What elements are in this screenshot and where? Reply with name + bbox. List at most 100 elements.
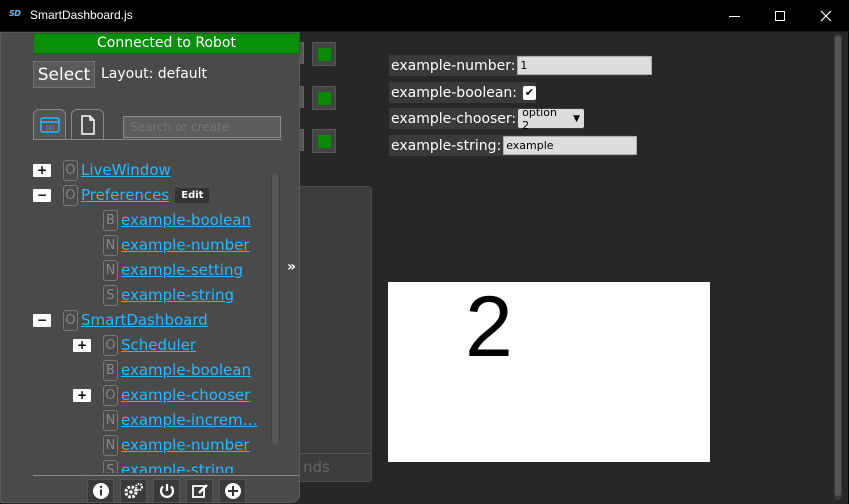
widget-label: example-string:: [391, 137, 502, 154]
main-scrollbar[interactable]: [834, 34, 842, 500]
select-button[interactable]: Select: [33, 61, 95, 88]
green-indicator: [318, 48, 331, 61]
example-string-widget: example-string:: [389, 135, 638, 156]
tree-view: + O LiveWindow − O Preferences Edit B ex…: [1, 153, 271, 473]
tree-item[interactable]: N example-setting: [103, 259, 243, 281]
type-badge: S: [103, 459, 118, 473]
example-boolean-widget: example-boolean: ✔: [389, 82, 536, 103]
sidebar-toolbar: [33, 475, 300, 503]
minimize-button[interactable]: [711, 0, 757, 32]
tree-scrollbar-thumb[interactable]: [272, 173, 279, 445]
tree-link[interactable]: example-boolean: [121, 361, 251, 379]
tree-item[interactable]: N example-increm…: [103, 409, 258, 431]
type-badge: O: [63, 159, 78, 181]
green-indicator: [318, 135, 331, 148]
main-scrollbar-thumb[interactable]: [835, 36, 841, 496]
number-display-widget: 2: [388, 279, 710, 462]
example-chooser-widget: example-chooser: option 2 ▼: [389, 106, 584, 132]
type-badge: N: [103, 409, 118, 431]
example-number-input[interactable]: [517, 56, 653, 75]
tree-link[interactable]: Scheduler: [121, 336, 196, 354]
tree-item[interactable]: B example-boolean: [103, 359, 251, 381]
close-button[interactable]: [803, 0, 849, 32]
close-icon: [820, 10, 832, 22]
type-badge: O: [63, 309, 78, 331]
type-badge: O: [63, 184, 78, 206]
sidebar: Connected to Robot Select Layout: defaul…: [0, 32, 300, 503]
widget-label: example-chooser:: [391, 110, 517, 127]
file-icon: [80, 115, 95, 135]
collapse-icon[interactable]: −: [33, 313, 51, 327]
power-icon: [159, 484, 174, 498]
tree-item[interactable]: − O Preferences Edit: [33, 184, 210, 206]
example-boolean-checkbox[interactable]: ✔: [523, 85, 536, 100]
tree-link[interactable]: example-number: [121, 236, 250, 254]
type-badge: B: [103, 359, 118, 381]
number-display-value: 2: [465, 279, 513, 375]
add-button[interactable]: [219, 479, 246, 503]
tree-item[interactable]: S example-string: [103, 459, 234, 473]
dropdown-arrow-icon: ▼: [573, 113, 580, 124]
svg-text:(x): (x): [45, 125, 53, 132]
power-button[interactable]: [153, 479, 180, 503]
tree-item[interactable]: B example-boolean: [103, 209, 251, 231]
tree-link[interactable]: example-number: [121, 436, 250, 454]
type-badge: N: [103, 259, 118, 281]
tree-link[interactable]: SmartDashboard: [81, 311, 208, 329]
tree-link[interactable]: example-string: [121, 461, 234, 473]
tree-link[interactable]: LiveWindow: [81, 161, 171, 179]
minimize-icon: [728, 15, 740, 17]
tree-item[interactable]: + O example-chooser: [73, 384, 250, 406]
connection-status: Connected to Robot: [33, 33, 300, 54]
maximize-button[interactable]: [757, 0, 803, 32]
info-icon: [92, 483, 109, 499]
tab-files[interactable]: [71, 109, 104, 140]
collapse-icon[interactable]: −: [33, 188, 51, 202]
collapse-sidebar-icon[interactable]: »: [287, 259, 296, 275]
indicator-tile: [312, 86, 336, 110]
tree-scrollbar[interactable]: [271, 173, 280, 445]
green-indicator: [318, 92, 331, 105]
variables-icon: (x): [39, 117, 60, 133]
tree-item[interactable]: − O SmartDashboard: [33, 309, 208, 331]
example-string-input[interactable]: [503, 136, 638, 155]
tree-item[interactable]: S example-string: [103, 284, 234, 306]
tab-network-tables[interactable]: (x): [33, 109, 66, 140]
app-logo-icon: SD: [9, 9, 21, 18]
info-button[interactable]: [87, 479, 114, 503]
gears-icon: [124, 483, 143, 499]
edit-icon: [191, 484, 208, 498]
window-title: SmartDashboard.js: [30, 8, 133, 22]
example-chooser-select[interactable]: option 2 ▼: [518, 106, 584, 132]
widget-label: example-boolean:: [391, 84, 517, 101]
title-bar: SD SmartDashboard.js: [0, 0, 849, 32]
tree-item[interactable]: N example-number: [103, 434, 250, 456]
expand-icon[interactable]: +: [73, 338, 91, 352]
tree-link[interactable]: example-setting: [121, 261, 243, 279]
tree-item[interactable]: N example-number: [103, 234, 250, 256]
type-badge: O: [103, 334, 118, 356]
indicator-tile: [312, 129, 336, 153]
settings-button[interactable]: [120, 479, 147, 503]
tree-link[interactable]: example-boolean: [121, 211, 251, 229]
search-input[interactable]: [123, 116, 281, 138]
chooser-selected-value: option 2: [522, 105, 557, 132]
layout-label: Layout: default: [101, 66, 208, 82]
maximize-icon: [775, 11, 785, 21]
expand-icon[interactable]: +: [33, 163, 51, 177]
edit-layout-button[interactable]: [186, 479, 213, 503]
tree-link[interactable]: example-string: [121, 286, 234, 304]
edit-button[interactable]: Edit: [175, 187, 210, 203]
widget-label: example-number:: [391, 57, 516, 74]
type-badge: N: [103, 434, 118, 456]
tree-item[interactable]: + O LiveWindow: [33, 159, 171, 181]
indicator-tile: [312, 42, 336, 66]
tree-item[interactable]: + O Scheduler: [73, 334, 196, 356]
tree-link[interactable]: example-increm…: [121, 411, 258, 429]
background-panel-footer: nds: [299, 453, 371, 481]
type-badge: O: [103, 384, 118, 406]
tree-link[interactable]: example-chooser: [121, 386, 250, 404]
type-badge: N: [103, 234, 118, 256]
tree-link[interactable]: Preferences: [81, 186, 169, 204]
expand-icon[interactable]: +: [73, 388, 91, 402]
